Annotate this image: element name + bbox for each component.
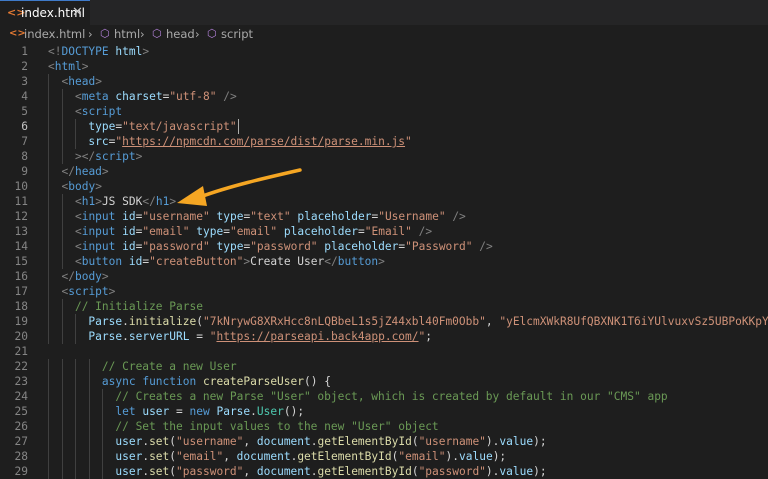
orange-arrow-icon <box>177 168 302 206</box>
